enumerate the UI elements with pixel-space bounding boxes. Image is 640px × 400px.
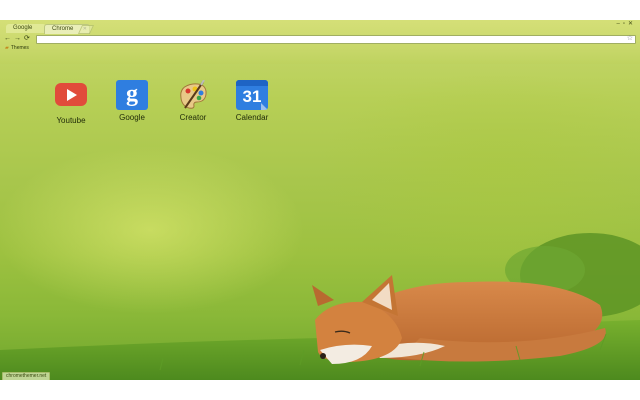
app-label: Creator: [179, 113, 207, 122]
back-arrow-icon[interactable]: ←: [4, 35, 11, 43]
tab-google[interactable]: Google: [6, 24, 46, 33]
app-label: Google: [119, 113, 145, 122]
app-calendar[interactable]: 31 Calendar: [224, 80, 280, 122]
forward-arrow-icon[interactable]: →: [14, 35, 21, 43]
folder-icon: ▰: [5, 45, 9, 51]
star-icon[interactable]: ☆: [627, 34, 633, 42]
window-controls[interactable]: ‒▫✕: [617, 20, 637, 27]
app-youtube[interactable]: Youtube: [43, 80, 99, 125]
app-google[interactable]: g Google: [104, 80, 160, 122]
bookmark-themes[interactable]: ▰ Themes: [5, 45, 29, 52]
browser-window: Google Chrome ✕ ‒▫✕ ← → ⟳ ☆ ▰Themes Yout…: [0, 20, 640, 380]
address-bar[interactable]: ☆: [36, 35, 636, 44]
status-bar: chromethemer.net: [2, 372, 51, 380]
app-label: Calendar: [235, 113, 269, 122]
reload-icon[interactable]: ⟳: [24, 35, 30, 43]
palette-icon: [177, 79, 209, 110]
bookmark-label: Themes: [10, 45, 29, 51]
tab-label: Chrome: [52, 26, 74, 32]
calendar-icon: 31: [236, 80, 268, 110]
youtube-icon: [55, 83, 87, 113]
app-label: Youtube: [56, 116, 86, 125]
google-icon: g: [116, 80, 148, 110]
tab-label: Google: [13, 25, 33, 31]
wallpaper-fox-image: [0, 233, 640, 380]
app-creator[interactable]: Creator: [165, 79, 221, 122]
